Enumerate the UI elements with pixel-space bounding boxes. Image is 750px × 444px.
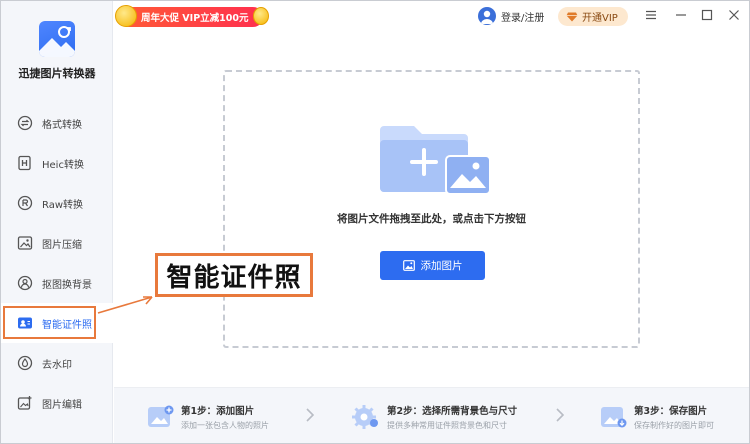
app-window: 迅捷图片转换器 格式转换 Heic转换 Raw转换 图片压缩 抠图换背景 智能证… [0, 0, 750, 444]
sidebar-item-label: 智能证件照 [42, 319, 92, 331]
coin-icon [253, 7, 269, 25]
heic-icon [16, 154, 34, 172]
save-image-step-icon [599, 403, 627, 431]
chevron-right-icon [556, 408, 565, 422]
close-icon[interactable] [725, 6, 743, 24]
compress-icon [16, 234, 34, 252]
sidebar-item-heic[interactable]: Heic转换 [1, 143, 113, 183]
step-title: 第2步：选择所需背景色与尺寸 [387, 406, 518, 417]
format-convert-icon [16, 114, 34, 132]
image-icon [402, 256, 415, 275]
file-drop-zone[interactable]: 将图片文件拖拽至此处，或点击下方按钮 添加图片 [223, 70, 640, 348]
cutout-icon [16, 274, 34, 292]
add-image-label: 添加图片 [420, 260, 463, 272]
settings-step-icon [352, 403, 380, 431]
sidebar-item-edit[interactable]: 图片编辑 [1, 383, 113, 423]
chevron-right-icon [306, 408, 315, 422]
add-image-button[interactable]: 添加图片 [380, 251, 485, 280]
sidebar-item-label: Heic转换 [42, 159, 84, 171]
coin-icon [115, 5, 137, 27]
app-logo-icon [39, 21, 75, 57]
step-2: 第2步：选择所需背景色与尺寸 提供多种常用证件照背景色和尺寸 [352, 402, 517, 432]
app-name: 迅捷图片转换器 [18, 67, 96, 80]
step-1: 第1步：添加图片 添加一张包含人物的照片 [146, 402, 269, 432]
sidebar: 迅捷图片转换器 格式转换 Heic转换 Raw转换 图片压缩 抠图换背景 智能证… [1, 1, 113, 443]
promo-banner[interactable]: 周年大促 VIP立减100元 [115, 5, 269, 27]
drop-instruction: 将图片文件拖拽至此处，或点击下方按钮 [337, 213, 526, 225]
annotation-callout: 智能证件照 [155, 253, 313, 297]
sidebar-item-label: 格式转换 [42, 119, 82, 131]
step-title: 第3步：保存图片 [634, 406, 708, 417]
raw-icon [16, 194, 34, 212]
vip-label: 开通VIP [582, 13, 618, 24]
avatar-icon [478, 7, 496, 25]
step-description: 提供多种常用证件照背景色和尺寸 [387, 421, 507, 430]
sidebar-item-label: 图片压缩 [42, 239, 82, 251]
step-title: 第1步：添加图片 [181, 406, 255, 417]
login-label: 登录/注册 [501, 12, 545, 24]
step-description: 添加一张包含人物的照片 [181, 421, 269, 430]
minimize-icon[interactable] [672, 6, 690, 24]
login-button[interactable]: 登录/注册 [478, 6, 544, 26]
sidebar-item-compress[interactable]: 图片压缩 [1, 223, 113, 263]
sidebar-item-watermark[interactable]: 去水印 [1, 343, 113, 383]
diamond-icon [566, 7, 578, 26]
sidebar-item-label: Raw转换 [42, 199, 84, 211]
sidebar-item-raw[interactable]: Raw转换 [1, 183, 113, 223]
vip-button[interactable]: 开通VIP [558, 7, 628, 26]
steps-bar: 第1步：添加图片 添加一张包含人物的照片 第2步：选择所需背景色与尺寸 提供多种… [114, 387, 749, 443]
sidebar-item-label: 抠图换背景 [42, 279, 92, 291]
step-3: 第3步：保存图片 保存制作好的图片即可 [599, 402, 714, 432]
promo-text: 周年大促 VIP立减100元 [141, 13, 249, 24]
id-photo-icon [16, 314, 34, 332]
folder-image-icon [380, 124, 492, 202]
sidebar-item-label: 图片编辑 [42, 399, 82, 411]
callout-text: 智能证件照 [166, 262, 302, 293]
sidebar-item-label: 去水印 [42, 359, 72, 371]
maximize-icon[interactable] [698, 6, 716, 24]
sidebar-nav: 格式转换 Heic转换 Raw转换 图片压缩 抠图换背景 智能证件照 去水印 图… [1, 103, 113, 423]
add-image-step-icon [146, 403, 174, 431]
edit-icon [16, 394, 34, 412]
sidebar-item-format-convert[interactable]: 格式转换 [1, 103, 113, 143]
step-description: 保存制作好的图片即可 [634, 421, 714, 430]
menu-icon[interactable] [642, 6, 660, 24]
callout-arrow [97, 296, 153, 314]
watermark-icon [16, 354, 34, 372]
